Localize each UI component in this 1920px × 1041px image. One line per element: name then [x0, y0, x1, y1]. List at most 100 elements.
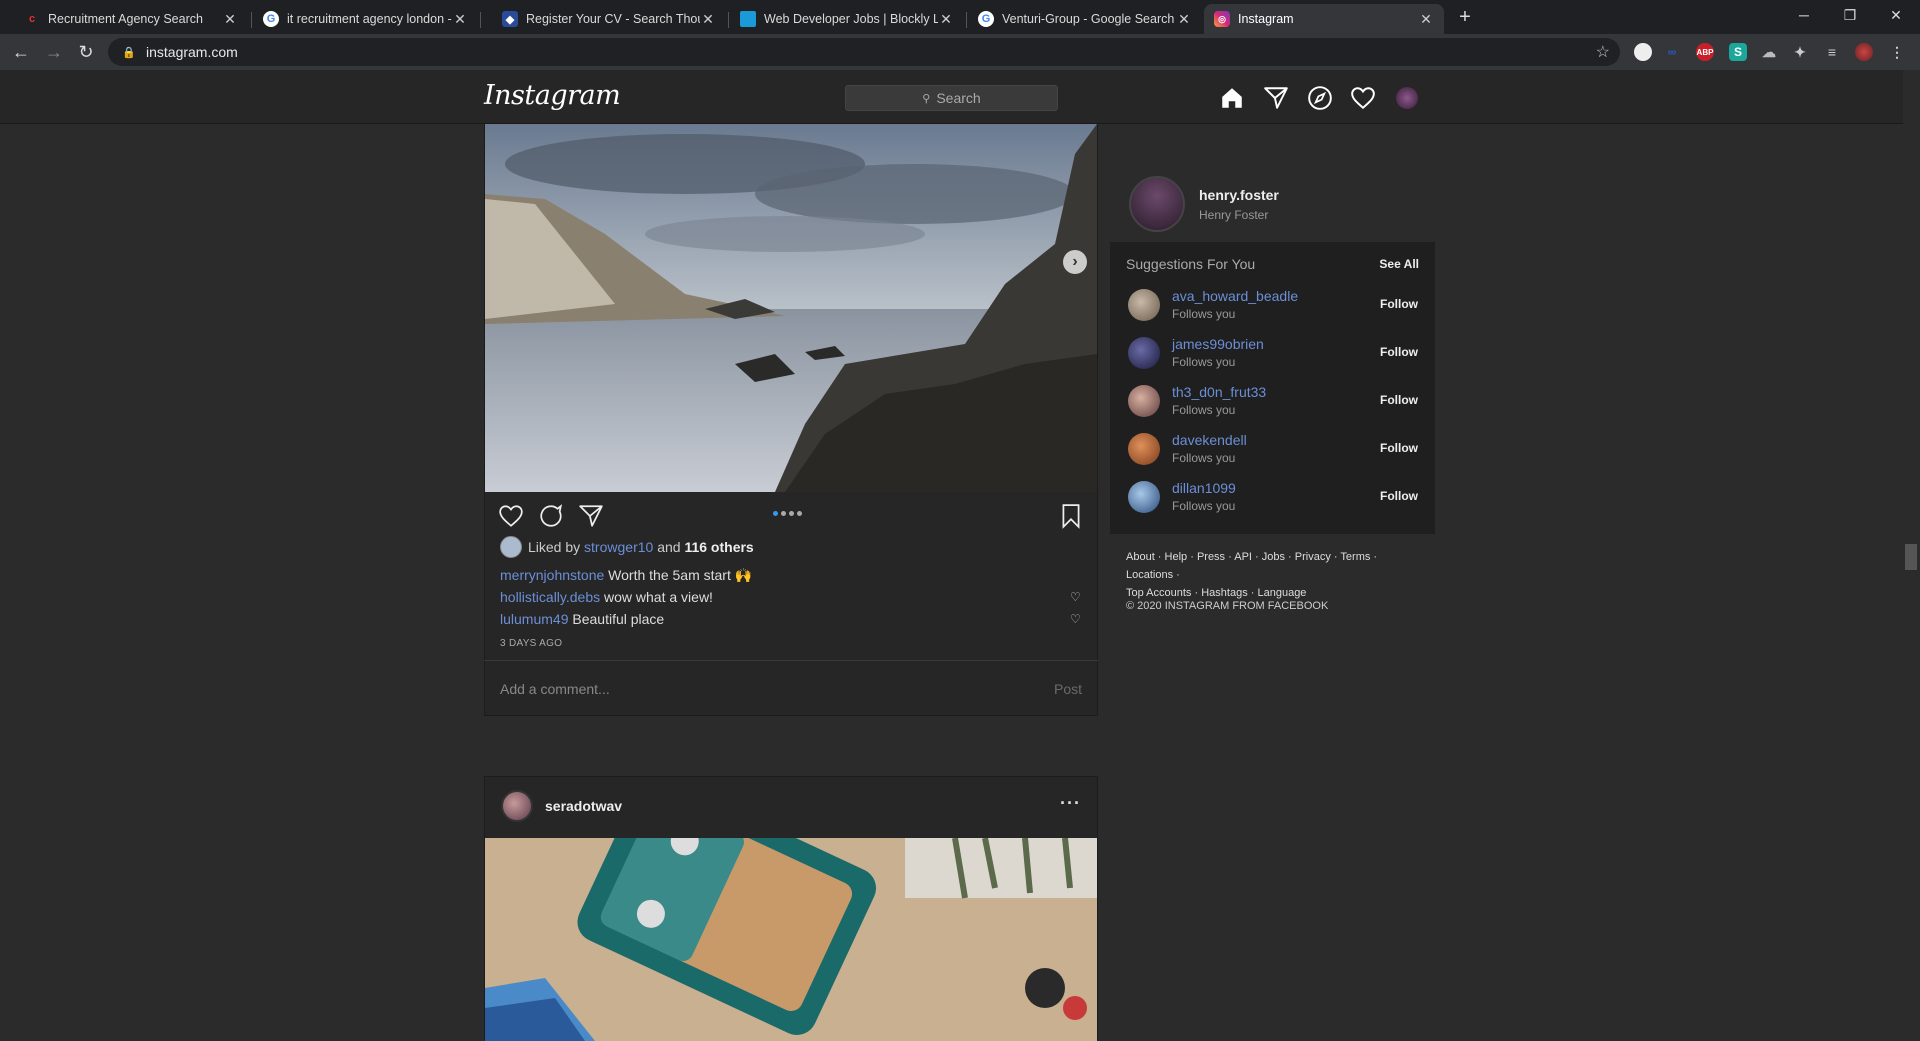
- current-username-link[interactable]: henry.foster: [1199, 187, 1279, 203]
- footer-link-privacy[interactable]: Privacy: [1295, 551, 1331, 563]
- tab-title: Instagram: [1238, 12, 1294, 26]
- follow-button[interactable]: Follow: [1380, 489, 1418, 503]
- share-paperplane-icon[interactable]: [578, 503, 604, 529]
- close-icon[interactable]: ✕: [700, 11, 716, 28]
- close-icon[interactable]: ✕: [1418, 11, 1434, 28]
- liker-avatar[interactable]: [500, 536, 522, 558]
- comment-like-heart-icon[interactable]: ♡: [1070, 590, 1081, 604]
- tab-recruitment[interactable]: c Recruitment Agency Search ✕: [14, 4, 248, 34]
- profile-avatar[interactable]: [1855, 43, 1873, 61]
- post-header: seradotwav: [501, 790, 622, 822]
- follow-button[interactable]: Follow: [1380, 441, 1418, 455]
- footer-link-locations[interactable]: Locations: [1126, 569, 1173, 581]
- comment-row: hollistically.debs wow what a view!: [500, 589, 713, 605]
- instagram-logo[interactable]: Instagram: [484, 80, 621, 111]
- suggestions-title: Suggestions For You: [1126, 256, 1256, 272]
- comment-like-heart-icon[interactable]: ♡: [1070, 612, 1081, 626]
- minimize-button[interactable]: ─: [1784, 2, 1824, 28]
- tab-venturi[interactable]: G Venturi-Group - Google Search ✕: [968, 4, 1202, 34]
- forward-button[interactable]: →: [42, 40, 66, 64]
- footer-link-top-accounts[interactable]: Top Accounts: [1126, 587, 1191, 599]
- media-control-icon[interactable]: ≡: [1823, 43, 1841, 61]
- tab-title: Venturi-Group - Google Search: [1002, 12, 1175, 26]
- suggestion-avatar[interactable]: [1128, 289, 1160, 321]
- footer-link-language[interactable]: Language: [1257, 587, 1306, 599]
- reload-button[interactable]: ↻: [74, 40, 98, 64]
- profile-avatar[interactable]: [1396, 87, 1418, 109]
- close-icon[interactable]: ✕: [938, 11, 954, 28]
- bookmark-star-icon[interactable]: ☆: [1596, 42, 1610, 62]
- tab-blockly[interactable]: Web Developer Jobs | Blockly Lo ✕: [730, 4, 964, 34]
- new-tab-button[interactable]: +: [1454, 6, 1476, 28]
- suggestion-avatar[interactable]: [1128, 385, 1160, 417]
- comment-username-link[interactable]: merrynjohnstone: [500, 567, 604, 583]
- comment-username-link[interactable]: hollistically.debs: [500, 589, 600, 605]
- footer-link-terms[interactable]: Terms: [1340, 551, 1370, 563]
- suggestion-avatar[interactable]: [1128, 481, 1160, 513]
- tab-register-cv[interactable]: ◆ Register Your CV - Search Thousa ✕: [492, 4, 726, 34]
- footer-link-api[interactable]: API: [1234, 551, 1252, 563]
- explore-compass-icon[interactable]: [1307, 85, 1333, 111]
- tab-google-it-recruitment[interactable]: G it recruitment agency london - G ✕: [253, 4, 478, 34]
- menu-kebab-icon[interactable]: ⋮: [1888, 43, 1906, 61]
- post-comment-button[interactable]: Post: [1054, 681, 1082, 697]
- address-bar[interactable]: 🔒 instagram.com ☆: [108, 38, 1620, 66]
- post-photo-beach-radio[interactable]: [485, 838, 1097, 1041]
- tab-title: Web Developer Jobs | Blockly Lo: [764, 12, 938, 26]
- post-timestamp[interactable]: 3 DAYS AGO: [500, 638, 562, 649]
- close-window-button[interactable]: ✕: [1876, 2, 1916, 28]
- suggestion-subtext: Follows you: [1172, 451, 1236, 465]
- extension-rings-icon[interactable]: ∞: [1663, 43, 1681, 61]
- comment-row: lulumum49 Beautiful place: [500, 611, 664, 627]
- follow-button[interactable]: Follow: [1380, 345, 1418, 359]
- liker-username-link[interactable]: strowger10: [584, 539, 653, 555]
- poster-username-link[interactable]: seradotwav: [545, 798, 622, 814]
- next-photo-button[interactable]: ›: [1063, 250, 1087, 274]
- suggestion-username-link[interactable]: dillan1099: [1172, 480, 1236, 496]
- home-icon[interactable]: [1219, 85, 1245, 111]
- cloud-extension-icon[interactable]: ☁: [1760, 43, 1778, 61]
- close-icon[interactable]: ✕: [222, 11, 238, 28]
- scrollbar-thumb[interactable]: [1905, 544, 1917, 570]
- like-heart-icon[interactable]: [498, 503, 524, 529]
- extension-circle-icon[interactable]: [1634, 43, 1652, 61]
- tab-title: Recruitment Agency Search: [48, 12, 203, 26]
- add-comment-input[interactable]: Add a comment...: [500, 681, 610, 697]
- search-input[interactable]: ⚲ Search: [845, 85, 1058, 111]
- poster-avatar[interactable]: [501, 790, 533, 822]
- post-photo-coastline[interactable]: [485, 124, 1097, 492]
- follow-button[interactable]: Follow: [1380, 297, 1418, 311]
- current-user-avatar[interactable]: [1129, 176, 1185, 232]
- footer-link-hashtags[interactable]: Hashtags: [1201, 587, 1247, 599]
- direct-messages-icon[interactable]: [1263, 85, 1289, 111]
- google-favicon-icon: G: [978, 11, 994, 27]
- close-icon[interactable]: ✕: [1176, 11, 1192, 28]
- suggestion-avatar[interactable]: [1128, 337, 1160, 369]
- puzzle-extensions-icon[interactable]: ✦: [1791, 43, 1809, 61]
- footer-link-jobs[interactable]: Jobs: [1262, 551, 1285, 563]
- save-bookmark-icon[interactable]: [1058, 503, 1084, 529]
- comment-username-link[interactable]: lulumum49: [500, 611, 568, 627]
- footer-link-about[interactable]: About: [1126, 551, 1155, 563]
- suggestion-username-link[interactable]: th3_d0n_frut33: [1172, 384, 1266, 400]
- suggestion-username-link[interactable]: davekendell: [1172, 432, 1247, 448]
- suggestion-username-link[interactable]: ava_howard_beadle: [1172, 288, 1298, 304]
- suggestion-avatar[interactable]: [1128, 433, 1160, 465]
- footer-link-press[interactable]: Press: [1197, 551, 1225, 563]
- see-all-button[interactable]: See All: [1379, 257, 1419, 271]
- restore-button[interactable]: ❐: [1830, 2, 1870, 28]
- back-button[interactable]: ←: [9, 40, 33, 64]
- others-likes-link[interactable]: 116 others: [684, 539, 753, 555]
- comment-bubble-icon[interactable]: [538, 503, 564, 529]
- suggestion-username-link[interactable]: james99obrien: [1172, 336, 1264, 352]
- add-comment-bar: Add a comment... Post: [484, 660, 1098, 716]
- tab-instagram[interactable]: ◎ Instagram ✕: [1204, 4, 1444, 34]
- adblock-icon[interactable]: ABP: [1696, 43, 1714, 61]
- more-options-icon[interactable]: ···: [1060, 793, 1081, 814]
- suggestion-subtext: Follows you: [1172, 499, 1236, 513]
- follow-button[interactable]: Follow: [1380, 393, 1418, 407]
- close-icon[interactable]: ✕: [452, 11, 468, 28]
- activity-heart-icon[interactable]: [1350, 85, 1376, 111]
- extension-s-icon[interactable]: S: [1729, 43, 1747, 61]
- footer-link-help[interactable]: Help: [1165, 551, 1188, 563]
